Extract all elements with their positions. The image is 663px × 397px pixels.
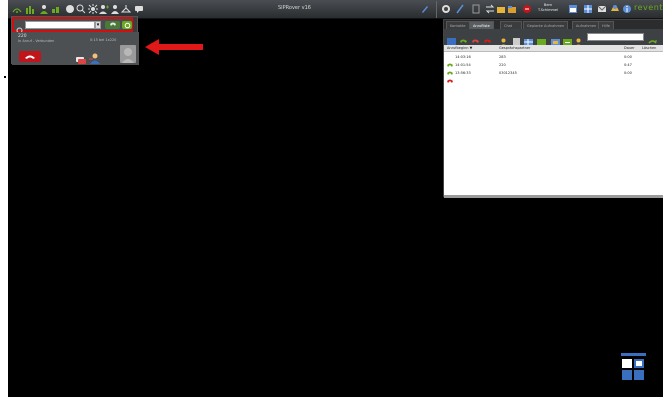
hat-icon[interactable] — [610, 3, 620, 15]
call-log-header: Anrufbeginn ▼ Gesprächspartner Dauer Lös… — [444, 45, 663, 52]
toolbar-divider — [436, 1, 437, 18]
call-log-footer — [444, 195, 663, 198]
layout-widget-icon[interactable] — [621, 353, 646, 382]
tab-call-list[interactable]: Anrufliste — [469, 21, 494, 29]
call-partner: 03012345 — [499, 71, 517, 75]
calendar-icon[interactable] — [568, 3, 578, 15]
column-header-duration[interactable]: Dauer — [624, 46, 635, 50]
app-title: SIPRover v16 — [278, 5, 311, 11]
table-row[interactable]: 13:56:33 03012345 0:00 — [444, 69, 663, 83]
call-duration: 0:00 — [624, 71, 632, 75]
transfer-person-icon[interactable] — [89, 49, 101, 64]
info-icon[interactable] — [622, 3, 632, 15]
incoming-call-icon — [447, 62, 453, 75]
people-icon[interactable] — [40, 3, 50, 15]
stats-icon[interactable] — [25, 3, 35, 15]
folder-icon[interactable] — [496, 3, 506, 15]
sun-icon[interactable] — [88, 3, 98, 15]
call-duration: 0:15 bei 1x220 — [90, 38, 117, 42]
call-time: 14:01:54 — [455, 63, 471, 67]
desktop: SIPRover v16 Bern T.Schimmel revent ▾ 22… — [8, 0, 663, 397]
call-filter-missed-icon[interactable] — [471, 32, 480, 43]
call-filter-incoming-icon[interactable] — [459, 32, 468, 43]
export-icon[interactable] — [563, 32, 572, 46]
column-header-start-label: Anrufbeginn — [447, 46, 469, 50]
signal-icon[interactable] — [12, 3, 22, 15]
tab-contacts[interactable]: Kontakte — [446, 21, 470, 29]
column-header-partner[interactable]: Gesprächspartner — [499, 46, 530, 50]
list-icon[interactable] — [537, 32, 546, 46]
tab-chat[interactable]: Chat — [500, 21, 522, 29]
brand-logo: reventix — [634, 3, 663, 12]
chat-icon[interactable] — [134, 3, 144, 15]
transfer-icon[interactable] — [485, 3, 495, 15]
person-icon[interactable] — [110, 3, 120, 15]
circle-icon[interactable] — [65, 3, 75, 15]
chat-icon[interactable] — [76, 50, 86, 64]
avatar — [120, 45, 136, 63]
table-row[interactable]: 14:03:16 283 0:00 — [444, 53, 663, 67]
brush-icon[interactable] — [420, 3, 430, 15]
dial-bar: ▾ — [12, 17, 133, 36]
user-search-icon[interactable] — [76, 3, 86, 15]
call-filter-outgoing-icon[interactable] — [483, 32, 492, 43]
call-filter-all-icon[interactable] — [447, 32, 456, 47]
dial-number-input[interactable] — [25, 21, 95, 29]
voicemail-icon[interactable] — [522, 3, 532, 15]
doc-icon[interactable] — [471, 3, 481, 15]
person-add-icon[interactable] — [99, 3, 109, 15]
sort-indicator-icon: ▼ — [469, 46, 473, 50]
tab-help[interactable]: Hilfe — [598, 21, 614, 29]
call-log-window: Kontakte Anrufliste Chat Geplante Aufnah… — [443, 19, 663, 198]
call-log-toolbar — [444, 29, 663, 47]
call-time: 14:03:16 — [455, 55, 471, 59]
search-icon[interactable] — [441, 3, 451, 15]
mail-icon[interactable] — [597, 3, 607, 15]
column-header-delete[interactable]: Löschen — [642, 46, 656, 50]
incoming-call-icon — [447, 54, 453, 67]
call-partner: 283 — [499, 55, 506, 59]
table-row[interactable]: 14:01:54 220 0:47 — [444, 61, 663, 75]
document-icon[interactable] — [512, 32, 521, 47]
grid-icon[interactable] — [583, 3, 593, 15]
phone-panel: ▾ 220 In Anruf - Verbunden 0:15 bei 1x22… — [11, 16, 139, 65]
column-header-start[interactable]: Anrufbeginn ▼ — [447, 46, 472, 50]
voicemail-label: Bern T.Schimmel — [536, 3, 560, 13]
image-icon[interactable] — [551, 32, 560, 46]
hanger-icon[interactable] — [121, 3, 131, 15]
number-history-dropdown[interactable]: ▾ — [95, 21, 101, 29]
call-log-search-input[interactable] — [587, 33, 644, 41]
missed-call-icon — [447, 70, 453, 83]
paint-icon[interactable] — [455, 3, 465, 15]
call-button[interactable] — [105, 21, 120, 29]
redial-button[interactable] — [122, 21, 132, 29]
folder-alt-icon[interactable] — [507, 3, 517, 15]
status-icon[interactable] — [51, 3, 61, 15]
call-time: 13:56:33 — [455, 71, 471, 75]
stray-dot — [4, 76, 6, 78]
voicemail-label-line2: T.Schimmel — [537, 8, 559, 12]
call-duration: 0:47 — [624, 63, 632, 67]
call-status: In Anruf - Verbunden — [18, 39, 55, 43]
call-partner: 220 — [499, 63, 506, 67]
hangup-button[interactable] — [19, 51, 41, 62]
annotation-arrow — [145, 39, 203, 55]
tab-bar: Kontakte Anrufliste Chat Geplante Aufnah… — [444, 20, 663, 29]
search-icon — [16, 20, 25, 36]
refresh-icon[interactable] — [648, 32, 657, 44]
tab-recordings[interactable]: Aufnahmen — [572, 21, 601, 29]
person-icon[interactable] — [499, 32, 508, 47]
call-duration: 0:00 — [624, 55, 632, 59]
table-icon[interactable] — [524, 32, 533, 46]
tab-scheduled-recordings[interactable]: Geplante Aufnahmen — [523, 21, 569, 29]
user-group-icon[interactable] — [574, 32, 583, 47]
